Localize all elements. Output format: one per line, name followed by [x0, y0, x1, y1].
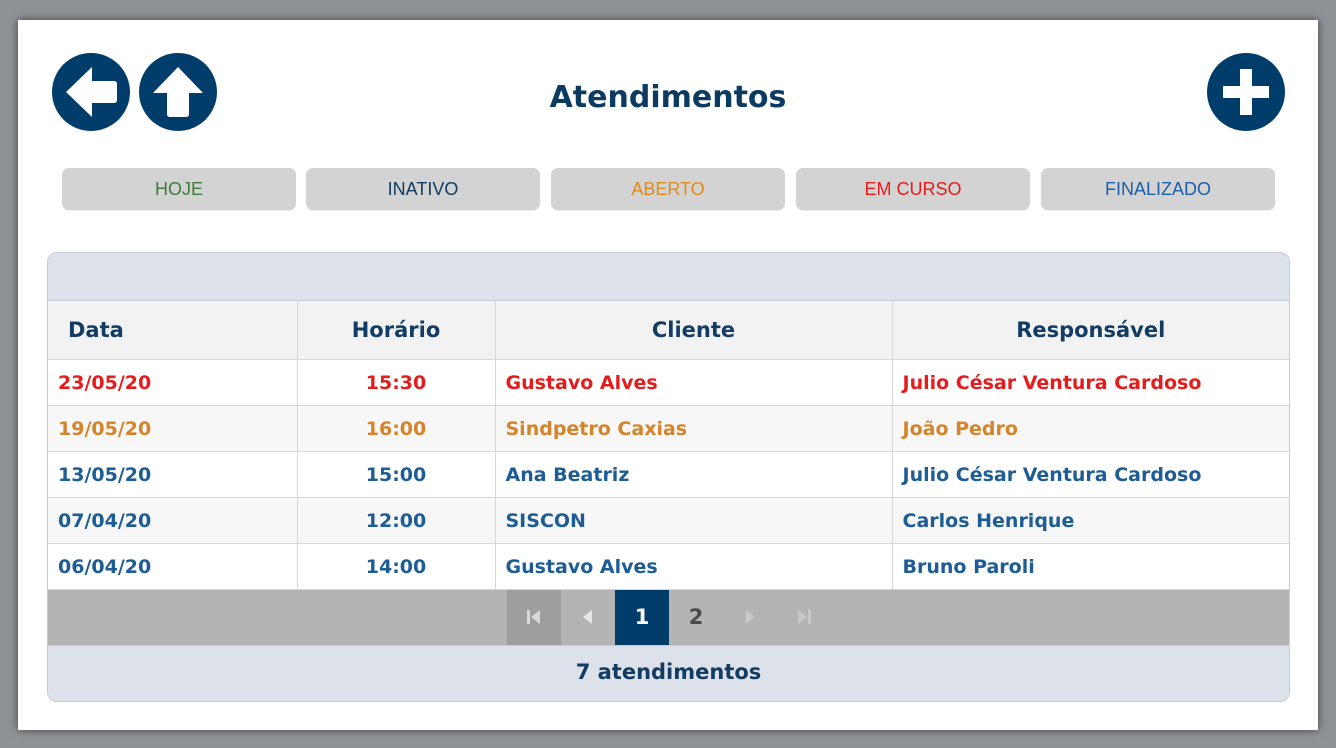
column-header-data[interactable]: Data — [48, 301, 298, 360]
cell-cliente: Ana Beatriz — [494, 451, 893, 498]
plus-icon — [1223, 69, 1269, 115]
next-page-icon — [746, 610, 755, 624]
filter-aberto-button[interactable]: ABERTO — [551, 168, 785, 210]
page-1-button[interactable]: 1 — [615, 590, 669, 645]
prev-page-button[interactable] — [561, 590, 615, 645]
status-filters: HOJE INATIVO ABERTO EM CURSO FINALIZADO — [62, 168, 1275, 210]
filter-hoje-button[interactable]: HOJE — [62, 168, 296, 210]
cell-responsavel: Bruno Paroli — [891, 543, 1289, 590]
next-page-button[interactable] — [723, 590, 777, 645]
page-2-button[interactable]: 2 — [669, 590, 723, 645]
table-row[interactable]: 23/05/20 15:30 Gustavo Alves Julio César… — [48, 359, 1289, 406]
filter-em-curso-button[interactable]: EM CURSO — [796, 168, 1030, 210]
cell-horario: 15:30 — [296, 359, 496, 406]
prev-page-icon — [583, 610, 592, 624]
record-count: 7 atendimentos — [48, 645, 1289, 698]
cell-data: 23/05/20 — [48, 359, 298, 406]
cell-data: 07/04/20 — [48, 497, 298, 544]
column-header-cliente[interactable]: Cliente — [494, 301, 893, 360]
panel-header-bar — [48, 253, 1289, 301]
table-row[interactable]: 13/05/20 15:00 Ana Beatriz Julio César V… — [48, 451, 1289, 498]
cell-data: 06/04/20 — [48, 543, 298, 590]
cell-data: 19/05/20 — [48, 405, 298, 452]
filter-finalizado-button[interactable]: FINALIZADO — [1041, 168, 1275, 210]
column-header-responsavel[interactable]: Responsável — [891, 301, 1289, 360]
cell-data: 13/05/20 — [48, 451, 298, 498]
first-page-button[interactable] — [507, 590, 561, 645]
column-header-horario[interactable]: Horário — [296, 301, 496, 360]
cell-responsavel: Carlos Henrique — [891, 497, 1289, 544]
cell-horario: 14:00 — [296, 543, 496, 590]
cell-cliente: Sindpetro Caxias — [494, 405, 893, 452]
first-page-icon — [527, 610, 540, 624]
cell-responsavel: Julio César Ventura Cardoso — [891, 359, 1289, 406]
filter-inativo-button[interactable]: INATIVO — [306, 168, 540, 210]
table-row[interactable]: 07/04/20 12:00 SISCON Carlos Henrique — [48, 497, 1289, 544]
cell-horario: 16:00 — [296, 405, 496, 452]
table-header-row: Data Horário Cliente Responsável — [48, 301, 1289, 360]
add-button[interactable] — [1207, 53, 1285, 131]
last-page-button[interactable] — [777, 590, 831, 645]
main-card: Atendimentos HOJE INATIVO ABERTO EM CURS… — [18, 20, 1318, 730]
table-row[interactable]: 19/05/20 16:00 Sindpetro Caxias João Ped… — [48, 405, 1289, 452]
cell-responsavel: Julio César Ventura Cardoso — [891, 451, 1289, 498]
pagination-controls: 1 2 — [507, 590, 831, 645]
last-page-icon — [798, 610, 811, 624]
cell-responsavel: João Pedro — [891, 405, 1289, 452]
appointments-table: Data Horário Cliente Responsável 23/05/2… — [48, 301, 1289, 590]
table-row[interactable]: 06/04/20 14:00 Gustavo Alves Bruno Parol… — [48, 543, 1289, 590]
cell-cliente: Gustavo Alves — [494, 543, 893, 590]
pagination-bar: 1 2 — [48, 590, 1289, 645]
page-title: Atendimentos — [549, 80, 787, 115]
cell-cliente: SISCON — [494, 497, 893, 544]
cell-horario: 12:00 — [296, 497, 496, 544]
cell-cliente: Gustavo Alves — [494, 359, 893, 406]
appointments-panel: Data Horário Cliente Responsável 23/05/2… — [47, 252, 1290, 702]
cell-horario: 15:00 — [296, 451, 496, 498]
